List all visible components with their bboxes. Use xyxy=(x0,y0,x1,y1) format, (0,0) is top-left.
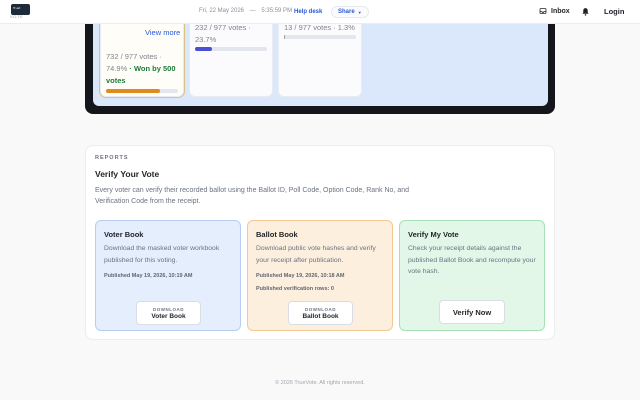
ballot-book-rows: Published verification rows: 0 xyxy=(256,286,334,292)
ballot-book-published: Published May 19, 2026, 10:18 AM xyxy=(256,273,345,279)
reports-description: Every voter can verify their recorded ba… xyxy=(95,187,409,205)
option-progress-fill xyxy=(106,89,160,93)
ballot-book-description: Download public vote hashes and verify y… xyxy=(256,245,376,264)
share-button[interactable]: Share ▼ xyxy=(331,6,369,18)
top-header: Trust VOTE Fri, 22 May 2026 — 5:35:59 PM… xyxy=(0,0,640,24)
voter-book-card: Voter Book Download the masked voter wor… xyxy=(95,220,241,331)
reports-title: Verify Your Vote xyxy=(95,169,160,179)
header-separator: — xyxy=(249,8,256,14)
option-vote-summary: 732 / 977 votes · 74.9% · Won by 500 vot… xyxy=(106,51,182,87)
voter-book-description: Download the masked voter workbook publi… xyxy=(104,245,220,264)
option-progress-fill xyxy=(284,35,286,39)
inbox-label: Inbox xyxy=(551,7,570,15)
voter-book-title: Voter Book xyxy=(104,230,144,239)
footer-copyright: © 2026 TrueVote. All rights reserved. xyxy=(275,380,365,386)
chevron-down-icon: ▼ xyxy=(357,9,362,15)
ballot-book-card: Ballot Book Download public vote hashes … xyxy=(247,220,393,331)
share-label: Share xyxy=(338,9,355,15)
verify-vote-title: Verify My Vote xyxy=(408,230,459,239)
download-kicker: DOWNLOAD xyxy=(305,307,336,312)
voter-book-published: Published May 19, 2026, 10:19 AM xyxy=(104,273,193,279)
header-date: Fri, 22 May 2026 xyxy=(199,8,245,14)
option-progress-track xyxy=(195,47,267,51)
option-votes: 232 / 977 votes · xyxy=(195,23,251,32)
inbox-button[interactable]: Inbox xyxy=(539,7,570,15)
option-percent: 23.7% xyxy=(195,35,217,44)
download-label: Ballot Book xyxy=(302,313,339,320)
ballot-book-title: Ballot Book xyxy=(256,230,298,239)
download-kicker: DOWNLOAD xyxy=(153,307,184,312)
inbox-icon xyxy=(539,8,547,14)
option-progress-track xyxy=(106,89,178,93)
bell-icon[interactable] xyxy=(581,7,590,16)
helpdesk-link[interactable]: Help desk xyxy=(288,6,328,18)
download-label: Voter Book xyxy=(151,313,186,320)
option-votes: 732 / 977 votes · xyxy=(106,52,162,61)
login-button[interactable]: Login xyxy=(604,7,624,16)
option-percent: 74.9% xyxy=(106,64,128,73)
verify-now-button[interactable]: Verify Now xyxy=(439,300,505,324)
option-votes: 13 / 977 votes · 1.3% xyxy=(284,23,355,32)
reports-kicker: REPORTS xyxy=(95,155,129,161)
header-datetime: Fri, 22 May 2026 — 5:35:59 PM xyxy=(199,8,292,14)
view-more-link[interactable]: View more xyxy=(145,28,180,37)
logo-tagline: VOTE xyxy=(10,14,24,19)
option-vote-summary: 232 / 977 votes · 23.7% xyxy=(195,22,271,46)
option-progress-fill xyxy=(195,47,213,51)
download-voter-book-button[interactable]: DOWNLOAD Voter Book xyxy=(136,301,201,325)
download-ballot-book-button[interactable]: DOWNLOAD Ballot Book xyxy=(288,301,353,325)
option-progress-track xyxy=(284,35,356,39)
verify-vote-description: Check your receipt details against the p… xyxy=(408,245,536,275)
logo-text: Trust xyxy=(13,6,21,10)
